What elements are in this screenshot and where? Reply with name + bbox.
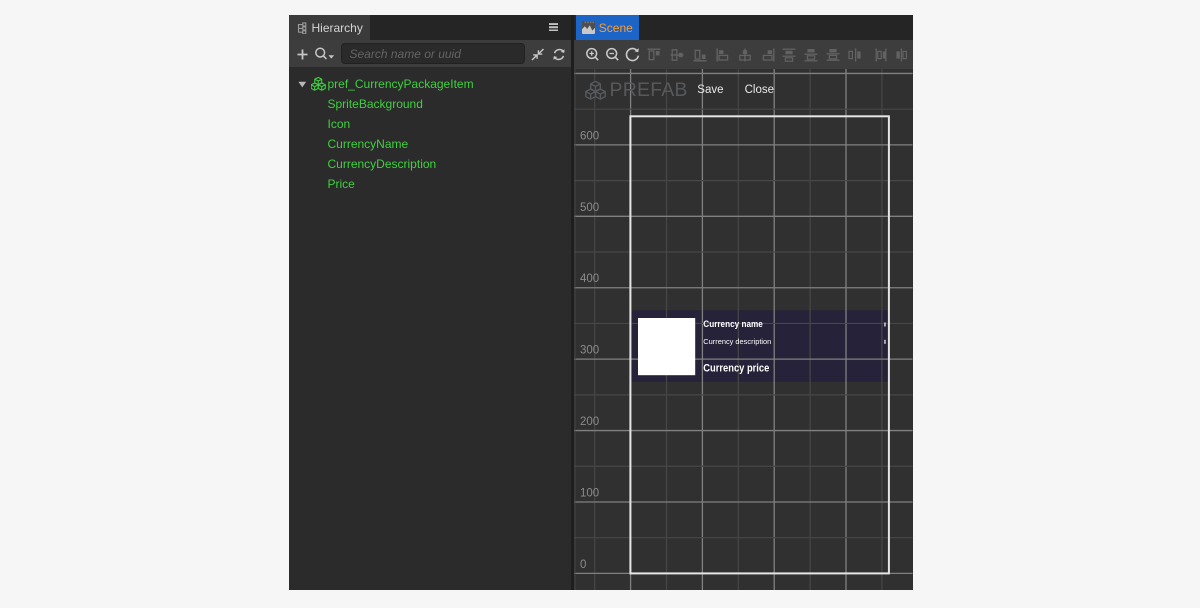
svg-text:600: 600 [580,130,599,142]
svg-text:Currency description: Currency description [703,339,771,346]
svg-text:500: 500 [580,202,599,214]
svg-text:200: 200 [580,416,599,428]
svg-text:100: 100 [580,487,599,499]
svg-text:0: 0 [580,559,586,571]
svg-text:300: 300 [580,345,599,357]
svg-text:400: 400 [580,273,599,285]
svg-text:Currency name: Currency name [703,319,763,330]
svg-text:Currency price: Currency price [703,362,769,374]
